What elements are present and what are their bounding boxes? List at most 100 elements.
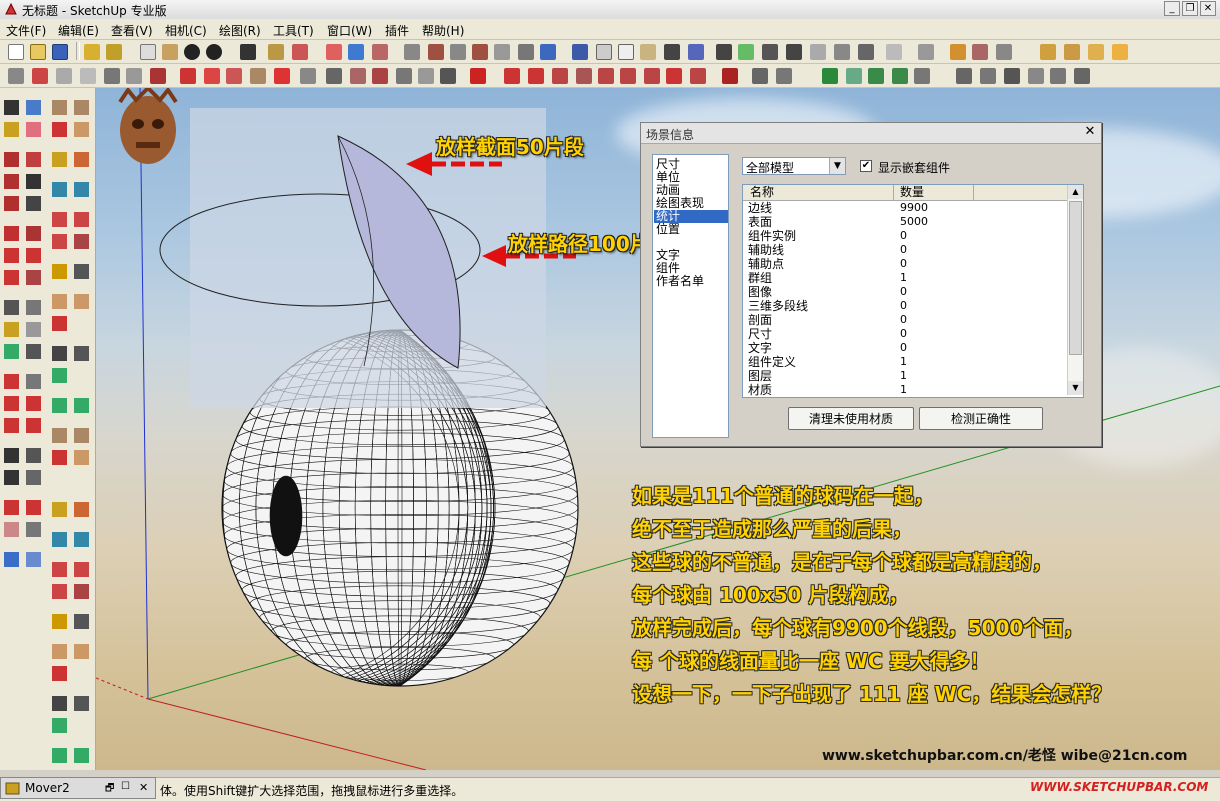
table-row[interactable]: 组件定义 1 [743, 355, 1068, 369]
erase-icon[interactable] [162, 44, 178, 60]
stamp-icon[interactable] [996, 44, 1012, 60]
minimize-button[interactable]: _ [1164, 1, 1180, 16]
plugin-tool-30-icon[interactable] [722, 68, 738, 84]
menu-view[interactable]: 查看(V) [111, 22, 153, 39]
table-row[interactable]: 辅助点 0 [743, 257, 1068, 271]
plugin-tool-20-icon[interactable] [470, 68, 486, 84]
top-view-icon[interactable] [428, 44, 444, 60]
menu-plugins[interactable]: 插件 [385, 22, 409, 39]
table-row[interactable]: 辅助线 0 [743, 243, 1068, 257]
table-row[interactable]: 图像 0 [743, 285, 1068, 299]
table-row[interactable]: 尺寸 0 [743, 327, 1068, 341]
plugin-tool-35-icon[interactable] [868, 68, 884, 84]
copy-icon[interactable] [106, 44, 122, 60]
column-name-header[interactable]: 名称 [750, 186, 774, 199]
sandbox-icon[interactable] [950, 44, 966, 60]
close-button[interactable]: ✕ [1200, 1, 1216, 16]
paste-icon[interactable] [140, 44, 156, 60]
plugin-tool-16-icon[interactable] [372, 68, 388, 84]
plugin-tool-27-icon[interactable] [644, 68, 660, 84]
geo-location-icon[interactable] [918, 44, 934, 60]
photo-match-icon[interactable] [886, 44, 902, 60]
undo-icon[interactable] [184, 44, 200, 60]
monochrome-icon[interactable] [688, 44, 704, 60]
table-row[interactable]: 图层 1 [743, 369, 1068, 383]
left-view-icon[interactable] [518, 44, 534, 60]
section-plane-icon[interactable] [716, 44, 732, 60]
scope-dropdown[interactable]: 全部模型 ▼ [742, 157, 846, 175]
plugin-tool-8-icon[interactable] [180, 68, 196, 84]
menu-help[interactable]: 帮助(H) [422, 22, 464, 39]
plugin-tool-42-icon[interactable] [1050, 68, 1066, 84]
plugin-tool-17-icon[interactable] [396, 68, 412, 84]
plugin-tool-13-icon[interactable] [300, 68, 316, 84]
mover-maximize-button[interactable]: ☐ [121, 781, 130, 792]
plugin-tool-9-icon[interactable] [204, 68, 220, 84]
maximize-button[interactable]: ❐ [1182, 1, 1198, 16]
paint-icon[interactable] [326, 44, 342, 60]
delete-icon[interactable] [240, 44, 256, 60]
plugin-tool-11-icon[interactable] [250, 68, 266, 84]
fix-problems-button[interactable]: 检测正确性 [919, 407, 1043, 430]
plugin-tool-3-icon[interactable] [56, 68, 72, 84]
cut-icon[interactable] [84, 44, 100, 60]
plugin-tool-15-icon[interactable] [350, 68, 366, 84]
table-row[interactable]: 文字 0 [743, 341, 1068, 355]
plugin-tool-7-icon[interactable] [150, 68, 166, 84]
hidden-line-icon[interactable] [618, 44, 634, 60]
plugin-tool-37-icon[interactable] [914, 68, 930, 84]
shaded-icon[interactable] [640, 44, 656, 60]
scroll-thumb[interactable] [1069, 201, 1082, 355]
table-row[interactable]: 材质 1 [743, 383, 1068, 397]
category-item[interactable]: 位置 [656, 223, 680, 236]
category-item[interactable]: 作者名单 [656, 275, 704, 288]
save-icon[interactable] [52, 44, 68, 60]
layers-icon[interactable] [348, 44, 364, 60]
plugin-tool-10-icon[interactable] [226, 68, 242, 84]
scroll-down-icon[interactable]: ▼ [1068, 381, 1083, 395]
add-detail-icon[interactable] [1064, 44, 1080, 60]
table-row[interactable]: 剖面 0 [743, 313, 1068, 327]
table-row[interactable]: 群组 1 [743, 271, 1068, 285]
flip-edge-icon[interactable] [1088, 44, 1104, 60]
plugin-tool-36-icon[interactable] [892, 68, 908, 84]
table-row[interactable]: 三维多段线 0 [743, 299, 1068, 313]
guides-icon[interactable] [858, 44, 874, 60]
shaded-texture-icon[interactable] [664, 44, 680, 60]
plugin-tool-41-icon[interactable] [1028, 68, 1044, 84]
mover-close-button[interactable]: ✕ [139, 781, 148, 794]
drape-icon[interactable] [1040, 44, 1056, 60]
plugin-tool-43-icon[interactable] [1074, 68, 1090, 84]
show-nested-checkbox[interactable]: ✔ [860, 160, 872, 172]
table-row[interactable]: 组件实例 0 [743, 229, 1068, 243]
axes-icon[interactable] [834, 44, 850, 60]
plugin-tool-34-icon[interactable] [846, 68, 862, 84]
plugin-tool-6-icon[interactable] [126, 68, 142, 84]
plugin-tool-21-icon[interactable] [504, 68, 520, 84]
plugin-tool-5-icon[interactable] [104, 68, 120, 84]
xray-icon[interactable] [572, 44, 588, 60]
chevron-down-icon[interactable]: ▼ [829, 158, 845, 174]
panel-title-bar[interactable]: 场景信息 ✕ [641, 123, 1101, 144]
plugin-tool-40-icon[interactable] [1004, 68, 1020, 84]
plugin-folder-icon[interactable] [1112, 44, 1128, 60]
plugin-tool-24-icon[interactable] [576, 68, 592, 84]
plugin-tool-23-icon[interactable] [552, 68, 568, 84]
tool-icon-grid[interactable] [4, 100, 89, 763]
plugin-tool-4-icon[interactable] [80, 68, 96, 84]
iso-view-icon[interactable] [404, 44, 420, 60]
plugin-tool-14-icon[interactable] [326, 68, 342, 84]
plugin-tool-25-icon[interactable] [598, 68, 614, 84]
plugin-tool-38-icon[interactable] [956, 68, 972, 84]
plugin-tool-12-icon[interactable] [274, 68, 290, 84]
model-info-icon[interactable] [292, 44, 308, 60]
front-view-icon[interactable] [450, 44, 466, 60]
plugin-tool-28-icon[interactable] [666, 68, 682, 84]
menu-edit[interactable]: 编辑(E) [58, 22, 99, 39]
column-count-header[interactable]: 数量 [900, 186, 924, 199]
table-row[interactable]: 表面 5000 [743, 215, 1068, 229]
shadow-icon[interactable] [738, 44, 754, 60]
component-icon[interactable] [372, 44, 388, 60]
menu-window[interactable]: 窗口(W) [327, 22, 372, 39]
edge-style-icon[interactable] [786, 44, 802, 60]
